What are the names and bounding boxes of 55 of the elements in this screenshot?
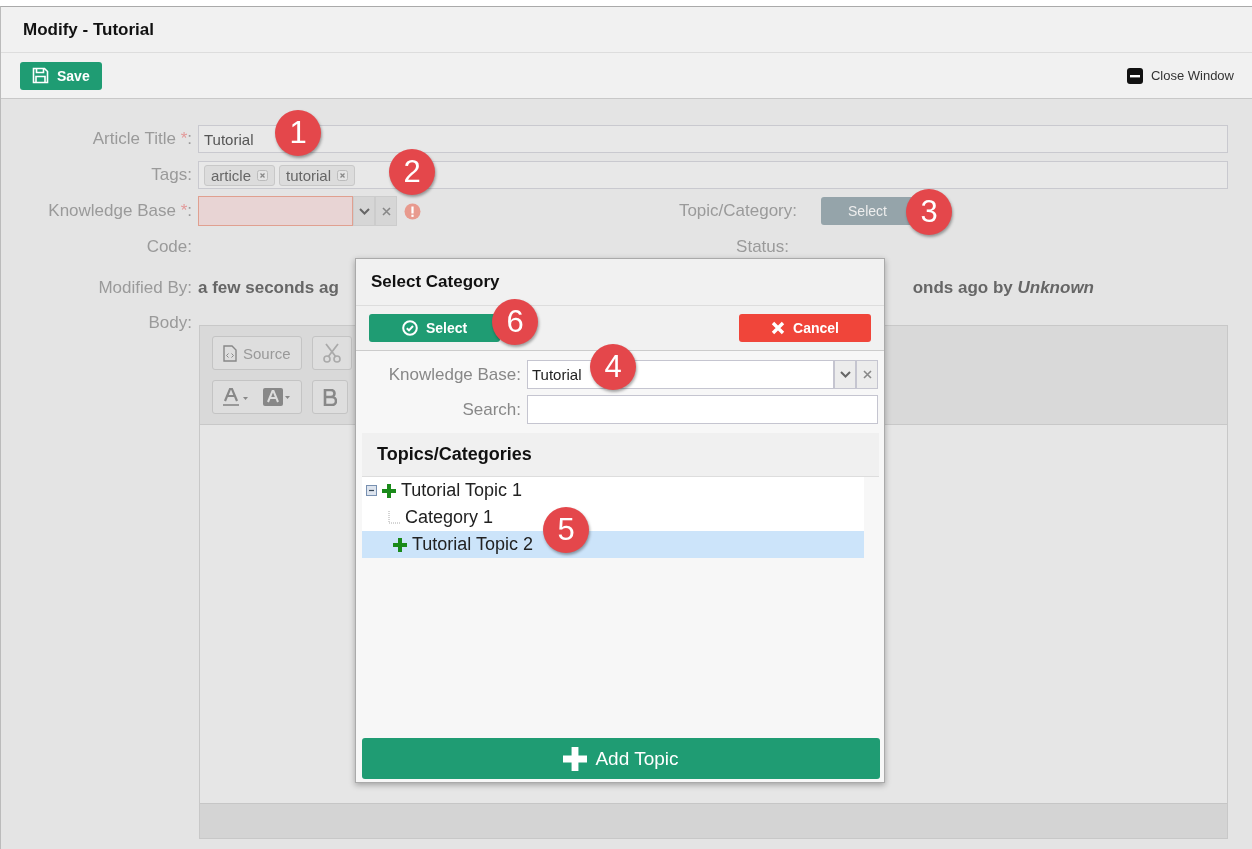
knowledge-base-field[interactable] <box>198 196 353 226</box>
text-color-button[interactable] <box>212 380 302 414</box>
bold-icon <box>323 388 337 406</box>
clear-icon <box>381 206 391 216</box>
field-label: Topic/Category: <box>677 201 798 221</box>
tree-item[interactable]: Tutorial Topic 1 <box>362 477 864 504</box>
field-label: Body: <box>147 312 193 333</box>
window-title: Modify - Tutorial <box>1 7 1252 53</box>
plus-icon <box>382 483 396 498</box>
clear-button[interactable] <box>856 360 878 389</box>
clear-button[interactable] <box>375 196 397 226</box>
tree-item-label: Tutorial Topic 1 <box>401 480 523 501</box>
dropdown-button[interactable] <box>353 196 375 226</box>
plus-icon <box>563 746 588 771</box>
plus-icon <box>393 537 407 552</box>
add-topic-button[interactable]: Add Topic <box>362 738 880 779</box>
close-window-link[interactable]: Close Window <box>1126 67 1234 84</box>
error-icon <box>404 202 421 220</box>
save-button[interactable]: Save <box>20 61 102 90</box>
field-label: Knowledge Base *: <box>47 201 193 221</box>
dialog-title: Select Category <box>356 259 884 306</box>
cut-button[interactable] <box>311 336 352 370</box>
field-label: Code: <box>145 237 193 257</box>
close-icon <box>771 321 786 335</box>
remove-icon[interactable] <box>257 169 268 181</box>
check-circle-icon <box>401 320 418 336</box>
tag-chip[interactable]: tutorial <box>279 164 356 186</box>
field-label: Tags: <box>150 165 193 185</box>
dropdown-button[interactable] <box>834 360 856 389</box>
field-label: Article Title *: <box>91 129 193 149</box>
chevron-down-icon <box>839 371 851 378</box>
cancel-button[interactable]: Cancel <box>739 314 871 342</box>
search-field[interactable] <box>527 395 878 424</box>
field-label: Status: <box>735 237 790 257</box>
chevron-down-icon <box>358 207 370 215</box>
scissors-icon <box>322 343 341 363</box>
modified-value: a few seconds ag <box>198 278 339 298</box>
bold-button[interactable] <box>312 380 348 414</box>
tree-connector-icon <box>388 510 400 525</box>
field-label: Modified By: <box>97 278 193 298</box>
remove-icon[interactable] <box>337 169 349 181</box>
field-label: Knowledge Base: <box>387 364 522 385</box>
tree-item-label: Tutorial Topic 2 <box>412 534 534 555</box>
minus-square-icon <box>1126 67 1143 84</box>
text-color-icon <box>223 387 249 407</box>
clear-icon <box>862 370 872 379</box>
document-icon <box>223 344 237 362</box>
tag-chip[interactable]: article <box>204 164 275 186</box>
panel-title: Topics/Categories <box>362 433 879 477</box>
select-button[interactable]: Select <box>369 314 500 342</box>
modified-value: onds ago by Unknown <box>912 278 1094 298</box>
collapse-icon[interactable] <box>366 485 377 496</box>
field-label: Search: <box>461 399 522 420</box>
tree-item-label: Category 1 <box>405 507 494 528</box>
background-color-icon <box>263 387 291 407</box>
